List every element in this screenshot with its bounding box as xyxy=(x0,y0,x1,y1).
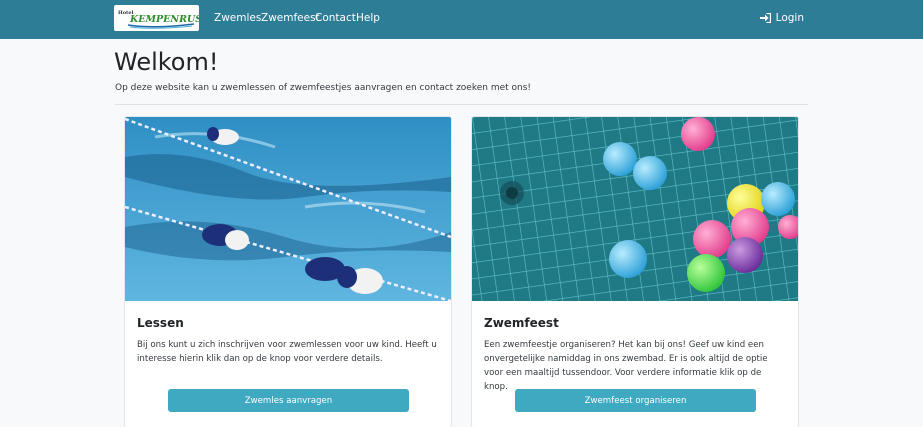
nav-link-contact[interactable]: Contact xyxy=(315,12,356,24)
card-text: Bij ons kunt u zich inschrijven voor zwe… xyxy=(137,340,437,364)
page-title: Welkom! xyxy=(114,48,219,76)
logo-name-text: KEMPENRUST xyxy=(129,14,199,25)
card-title: Lessen xyxy=(137,316,184,330)
card-text: Een zwemfeestje organiseren? Het kan bij… xyxy=(484,340,768,392)
navbar: Hotel KEMPENRUST Zwemles Zwemfeest Conta… xyxy=(0,0,923,39)
nav-link-zwemfeest[interactable]: Zwemfeest xyxy=(261,12,320,24)
card-title: Zwemfeest xyxy=(484,316,559,330)
divider xyxy=(115,104,808,105)
nav-link-zwemles[interactable]: Zwemles xyxy=(214,12,261,24)
card-lessen: Lessen Bij ons kunt u zich inschrijven v… xyxy=(124,116,452,427)
login-link[interactable]: Login xyxy=(759,12,804,24)
hotel-logo[interactable]: Hotel KEMPENRUST xyxy=(114,5,199,31)
card-zwemfeest: Zwemfeest Een zwemfeestje organiseren? H… xyxy=(471,116,799,427)
zwemfeest-organiseren-button[interactable]: Zwemfeest organiseren xyxy=(515,389,756,412)
nav-link-help[interactable]: Help xyxy=(356,12,380,24)
swimming-lanes-image xyxy=(125,117,451,301)
pool-balls-image xyxy=(472,117,798,301)
intro-text: Op deze website kan u zwemlessen of zwem… xyxy=(115,83,532,93)
zwemles-aanvragen-button[interactable]: Zwemles aanvragen xyxy=(168,389,409,412)
sign-in-icon xyxy=(759,13,771,23)
login-label: Login xyxy=(775,12,804,24)
